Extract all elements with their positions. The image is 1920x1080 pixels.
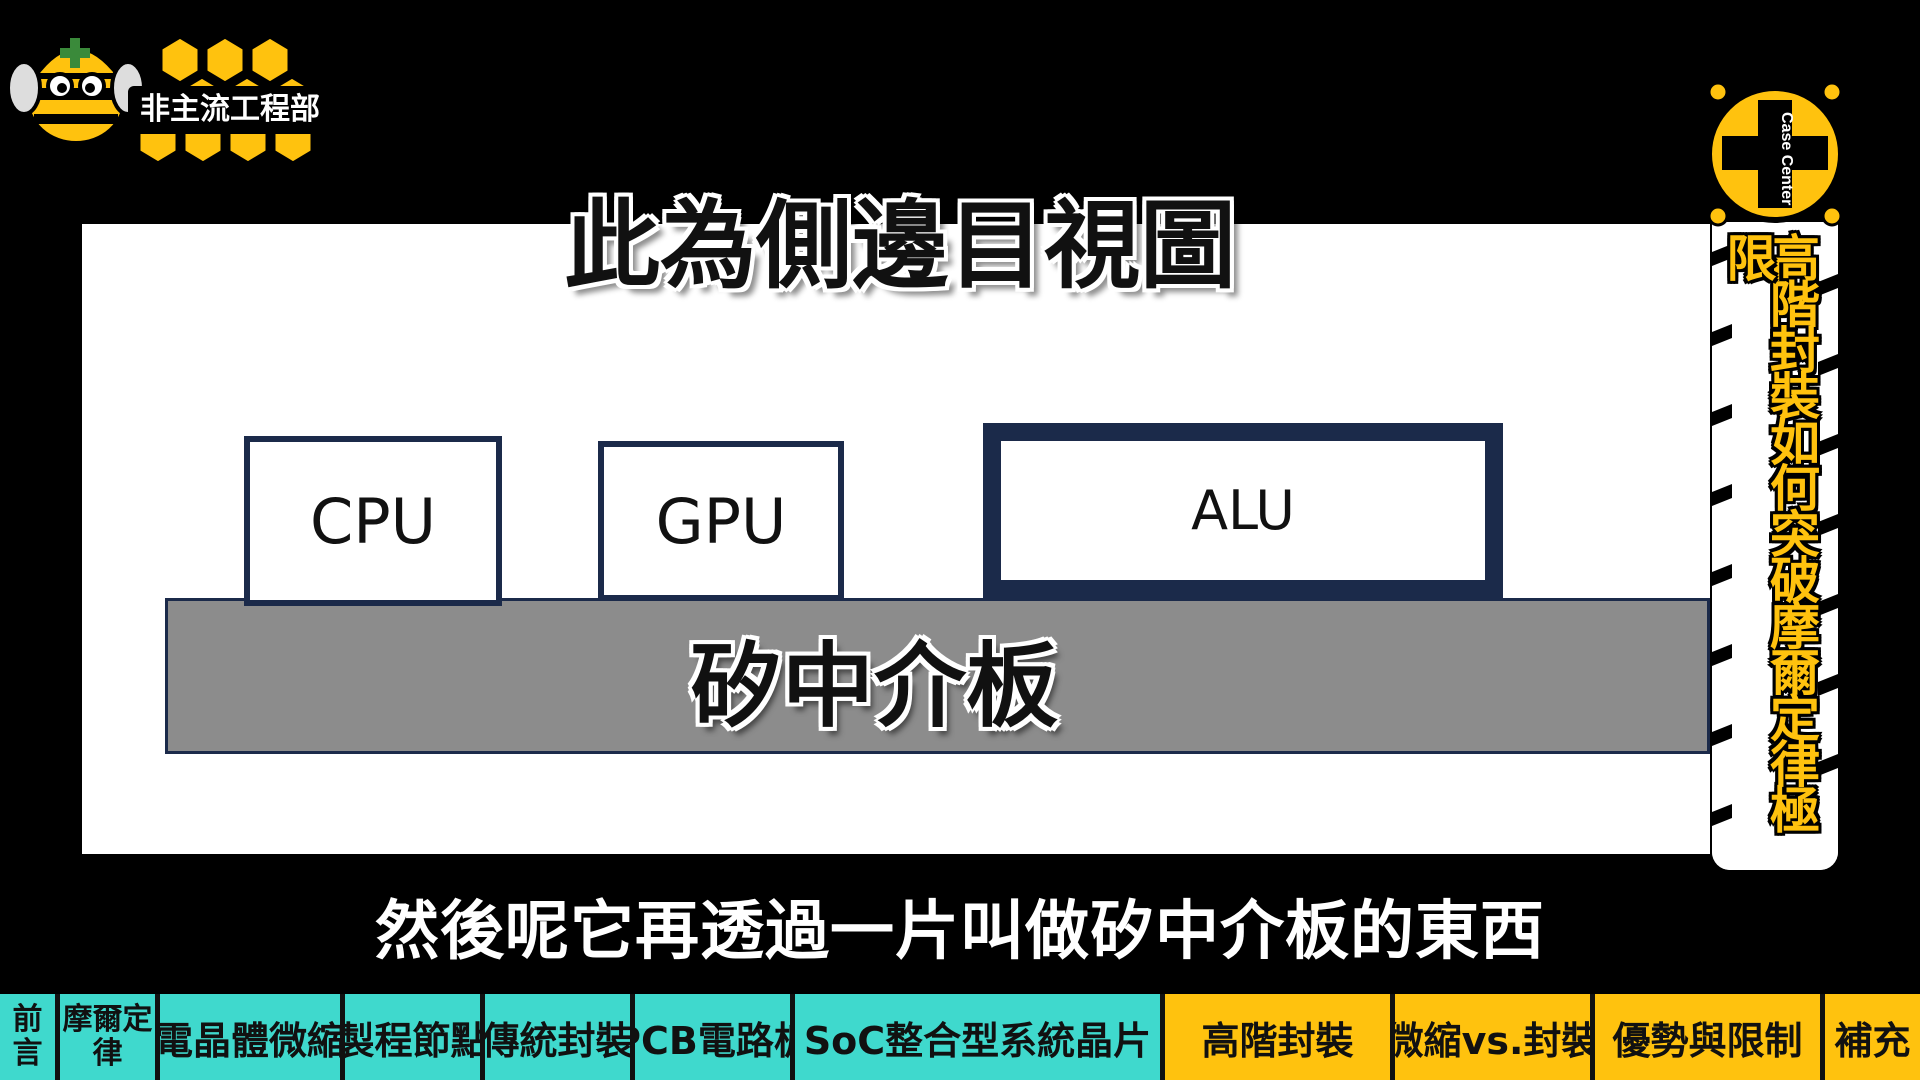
cross-icon: Case Center bbox=[1706, 82, 1844, 227]
cpu-chip: CPU bbox=[244, 436, 502, 606]
badge-text: Case Center bbox=[1778, 112, 1795, 205]
chapter-item[interactable]: 補充 bbox=[1825, 994, 1920, 1080]
chapter-item[interactable]: 製程節點 bbox=[345, 994, 485, 1080]
gpu-chip: GPU bbox=[598, 441, 844, 601]
chapter-item[interactable]: 微縮vs.封裝 bbox=[1395, 994, 1595, 1080]
chapter-item[interactable]: 電晶體微縮 bbox=[160, 994, 345, 1080]
chapter-item[interactable]: 高階封裝 bbox=[1165, 994, 1395, 1080]
chapter-item[interactable]: 摩爾定律 bbox=[60, 994, 160, 1080]
channel-name: 非主流工程部 bbox=[128, 86, 332, 134]
alu-chip: ALU bbox=[983, 423, 1503, 598]
chapter-navigation: 前言 摩爾定律 電晶體微縮 製程節點 傳統封裝 PCB電路板 SoC整合型系統晶… bbox=[0, 994, 1920, 1080]
chapter-item[interactable]: PCB電路板 bbox=[635, 994, 795, 1080]
chapter-item[interactable]: SoC整合型系統晶片 bbox=[795, 994, 1165, 1080]
banner-title: 高階封裝如何突破摩爾定律極限 bbox=[1718, 232, 1821, 830]
chapter-item[interactable]: 傳統封裝 bbox=[485, 994, 635, 1080]
diagram-title: 此為側邊目視圖 bbox=[564, 190, 1236, 302]
interposer-label: 矽中介板 bbox=[690, 633, 1059, 740]
chapter-item[interactable]: 優勢與限制 bbox=[1595, 994, 1825, 1080]
chapter-item[interactable]: 前言 bbox=[0, 994, 60, 1080]
subtitle-caption: 然後呢它再透過一片叫做矽中介板的東西 bbox=[375, 895, 1545, 969]
